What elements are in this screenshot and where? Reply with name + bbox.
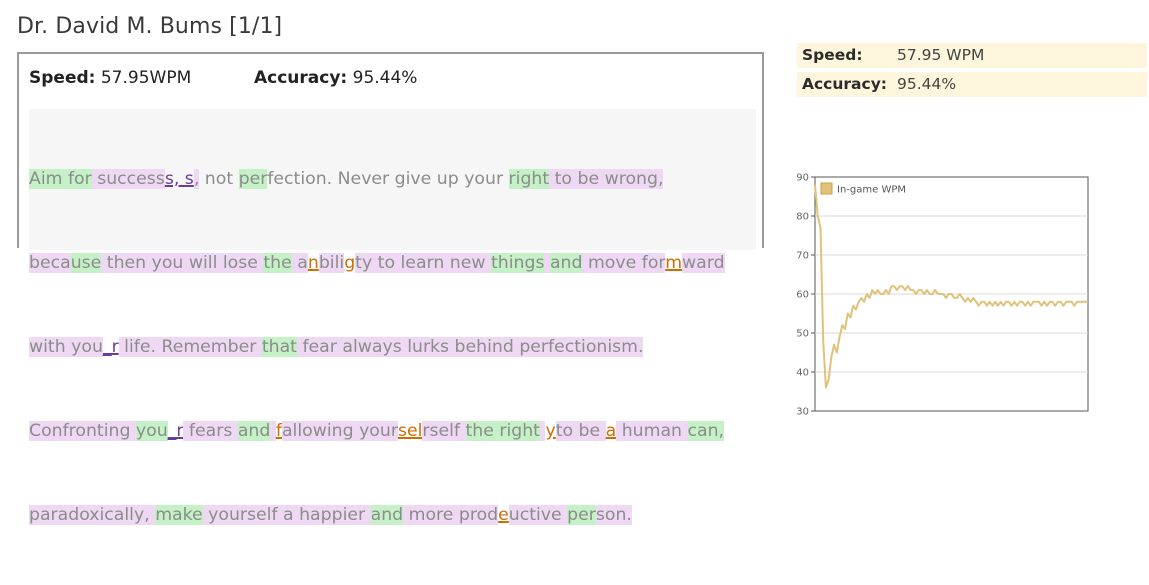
speed-value: 57.95WPM bbox=[100, 68, 192, 88]
text-segment: rself bbox=[422, 421, 466, 441]
typing-error: sel bbox=[397, 421, 423, 441]
text-segment: uctive bbox=[508, 505, 568, 525]
text-line: because then you will lose the anbiligty… bbox=[29, 249, 756, 277]
accuracy-stat: Accuracy: 95.44% bbox=[254, 68, 417, 88]
text-segment: the bbox=[263, 253, 292, 273]
text-segment: fection. Never give up your bbox=[267, 169, 509, 189]
text-segment: to be bbox=[555, 421, 606, 441]
text-segment: per bbox=[567, 505, 596, 525]
y-tick-label: 50 bbox=[796, 329, 809, 340]
y-tick-label: 80 bbox=[796, 212, 809, 223]
summary-accuracy-row: Accuracy: 95.44% bbox=[797, 72, 1147, 97]
text-segment: that bbox=[261, 337, 297, 357]
typing-error: m bbox=[665, 253, 683, 273]
text-segment: make bbox=[155, 505, 203, 525]
text-segment: Confronting bbox=[29, 421, 136, 441]
typing-error: s, s bbox=[164, 169, 194, 189]
text-segment: not bbox=[199, 169, 239, 189]
text-segment: move for bbox=[582, 253, 666, 273]
text-segment: per bbox=[238, 169, 268, 189]
accuracy-value: 95.44% bbox=[352, 68, 418, 88]
summary-panel: Speed: 57.95 WPM Accuracy: 95.44% bbox=[797, 43, 1147, 101]
speed-label: Speed: bbox=[29, 68, 96, 88]
text-segment: human bbox=[616, 421, 688, 441]
typing-error: y bbox=[545, 421, 556, 441]
y-tick-label: 30 bbox=[796, 407, 809, 418]
text-segment: right bbox=[508, 169, 550, 189]
text-segment: fears bbox=[183, 421, 238, 441]
wpm-chart: 30 40 50 60 70 80 90 In-game WPM bbox=[780, 165, 1110, 427]
text-segment: paradoxically, bbox=[29, 505, 156, 525]
wpm-chart-svg: 30 40 50 60 70 80 90 In-game WPM bbox=[796, 173, 1089, 418]
text-line: paradoxically, make yourself a happier a… bbox=[29, 501, 756, 529]
text-segment: success bbox=[91, 169, 165, 189]
typing-error: e bbox=[498, 505, 509, 525]
y-tick-label: 90 bbox=[796, 173, 809, 184]
typing-error: _r bbox=[167, 421, 184, 441]
typing-error: a bbox=[605, 421, 617, 441]
typed-text-review: Aim for successs, s, not perfection. Nev… bbox=[29, 109, 756, 525]
legend-swatch bbox=[820, 182, 833, 195]
text-segment: you bbox=[135, 421, 168, 441]
accuracy-label: Accuracy: bbox=[254, 68, 348, 88]
text-segment: and bbox=[237, 421, 271, 441]
page-title: Dr. David M. Bums [1/1] bbox=[17, 14, 283, 39]
text-segment: life. Remember bbox=[118, 337, 262, 357]
text-line: Aim for successs, s, not perfection. Nev… bbox=[29, 165, 756, 193]
text-segment: bili bbox=[318, 253, 345, 273]
result-panel: Speed: 57.95WPM Accuracy: 95.44% Aim for… bbox=[17, 52, 764, 525]
text-segment: Aim bbox=[29, 169, 68, 189]
text-segment: allowing your bbox=[281, 421, 398, 441]
summary-speed-value: 57.95 WPM bbox=[897, 46, 985, 64]
text-segment: ty to learn new bbox=[355, 253, 491, 273]
y-tick-label: 60 bbox=[796, 290, 809, 301]
text-segment: ward bbox=[682, 253, 725, 273]
y-tick-label: 70 bbox=[796, 251, 809, 262]
legend-label: In-game WPM bbox=[837, 185, 906, 196]
text-segment: to be wrong, bbox=[549, 169, 664, 189]
text-segment: things bbox=[491, 253, 545, 273]
result-stats: Speed: 57.95WPM Accuracy: 95.44% bbox=[29, 68, 417, 88]
typing-error: g bbox=[344, 253, 356, 273]
text-segment: can, bbox=[687, 421, 725, 441]
text-segment: more prod bbox=[403, 505, 499, 525]
y-tick-label: 40 bbox=[796, 368, 809, 379]
text-segment: then you will lose bbox=[101, 253, 264, 273]
text-segment: with you bbox=[29, 337, 103, 357]
text-segment: beca bbox=[29, 253, 71, 273]
text-segment: and bbox=[370, 505, 404, 525]
text-segment: and bbox=[549, 253, 583, 273]
text-segment: for bbox=[67, 169, 92, 189]
summary-accuracy-label: Accuracy: bbox=[802, 75, 888, 93]
summary-accuracy-value: 95.44% bbox=[897, 75, 957, 93]
text-segment: son. bbox=[595, 505, 632, 525]
typing-error: n bbox=[307, 253, 319, 273]
text-segment: fear always lurks behind perfectionism. bbox=[296, 337, 644, 357]
summary-speed-label: Speed: bbox=[802, 46, 863, 64]
summary-speed-row: Speed: 57.95 WPM bbox=[797, 43, 1147, 68]
text-segment: yourself a happier bbox=[202, 505, 371, 525]
text-line: Confronting you_r fears and fallowing yo… bbox=[29, 417, 756, 445]
text-segment: a bbox=[291, 253, 308, 273]
text-line: with you_r life. Remember that fear alwa… bbox=[29, 333, 756, 361]
text-segment: the right bbox=[465, 421, 540, 441]
typing-error: _r bbox=[102, 337, 119, 357]
text-segment: use bbox=[70, 253, 102, 273]
